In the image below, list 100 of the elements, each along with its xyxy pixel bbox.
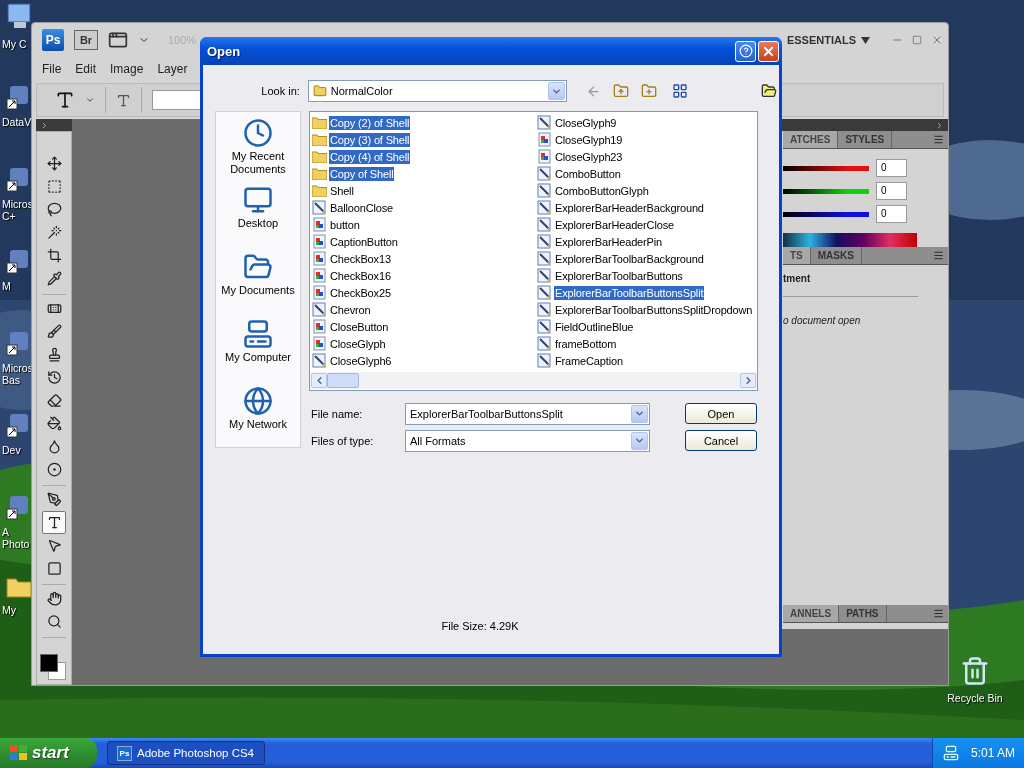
menu-item[interactable]: Layer — [150, 62, 195, 76]
color-value-field[interactable]: 0 — [876, 159, 907, 177]
place-label[interactable]: My Recent Documents — [218, 150, 298, 176]
file-type-label: Files of type: — [310, 434, 375, 447]
type-tool-icon[interactable] — [55, 90, 75, 110]
file-name[interactable]: CloseGlyph9 — [554, 115, 618, 130]
type-tool[interactable] — [42, 511, 66, 534]
computer-icon[interactable] — [243, 319, 273, 349]
file-name[interactable]: CheckBox16 — [329, 268, 392, 283]
cancel-button[interactable]: Cancel — [685, 430, 757, 451]
place-label[interactable]: My Documents — [221, 284, 295, 297]
screen-mode-icon[interactable] — [108, 30, 128, 50]
caret-icon[interactable] — [85, 95, 95, 105]
file-name[interactable]: ExplorerBarHeaderBackground — [554, 200, 705, 215]
desktop-icon-label[interactable]: My — [2, 604, 16, 616]
image-file-icon — [312, 353, 327, 368]
file-name[interactable]: ExplorerBarToolbarButtonsSplitDropdown — [554, 302, 754, 317]
workspace-switcher[interactable]: ESSENTIALS — [786, 34, 870, 46]
file-name[interactable]: CloseButton — [329, 319, 390, 334]
color-value-field[interactable]: 0 — [876, 182, 907, 200]
panel-tab[interactable]: TS — [783, 247, 811, 264]
desktop-icon-label[interactable]: My C — [2, 38, 27, 50]
file-name-value: ExplorerBarToolbarButtonsSplit — [410, 407, 564, 420]
app-icon: Ps — [117, 745, 132, 761]
color-value-field[interactable]: 0 — [876, 205, 907, 223]
help-button[interactable] — [735, 40, 756, 62]
scrollbar-thumb[interactable] — [327, 373, 359, 388]
file-name[interactable]: ExplorerBarHeaderClose — [554, 217, 675, 232]
file-name[interactable]: CheckBox13 — [329, 251, 392, 266]
close-button[interactable] — [758, 40, 779, 62]
file-name[interactable]: ComboButton — [554, 166, 622, 181]
file-name[interactable]: CloseGlyph19 — [554, 132, 624, 147]
desktop-icon-label[interactable]: Dev — [2, 444, 21, 456]
crop-icon — [46, 248, 62, 263]
globe-icon[interactable] — [243, 386, 273, 416]
color-swatches[interactable] — [40, 654, 68, 682]
new-folder-icon[interactable] — [641, 83, 658, 99]
desktop-icon-label[interactable]: A Photo — [2, 526, 30, 550]
file-name[interactable]: button — [329, 217, 361, 232]
file-name[interactable]: ExplorerBarToolbarButtonsSplit — [554, 285, 705, 300]
taskbar-button[interactable]: Ps Adobe Photoshop CS4 — [107, 741, 265, 765]
horizontal-scrollbar[interactable] — [310, 372, 757, 389]
place-label[interactable]: My Network — [228, 418, 288, 431]
place-label[interactable]: My Computer — [225, 351, 291, 364]
file-type-dropdown[interactable]: All Formats — [405, 429, 650, 452]
color-spectrum[interactable] — [783, 233, 917, 247]
file-name[interactable]: Shell — [329, 183, 355, 198]
scroll-left-button[interactable] — [311, 373, 327, 388]
file-name[interactable]: BalloonClose — [329, 200, 395, 215]
up-folder-icon[interactable] — [613, 83, 630, 99]
file-name[interactable]: CheckBox25 — [329, 285, 392, 300]
file-name[interactable]: ComboButtonGlyph — [554, 183, 650, 198]
menu-item[interactable]: Edit — [68, 62, 104, 76]
desktop-icon[interactable] — [243, 185, 273, 215]
file-name[interactable]: Copy (4) of Shell — [329, 149, 411, 164]
clock-document-icon[interactable] — [243, 118, 273, 148]
file-name-field[interactable]: ExplorerBarToolbarButtonsSplit — [405, 402, 650, 425]
panel-menu-icon[interactable] — [933, 134, 944, 145]
file-name[interactable]: Chevron — [329, 302, 372, 317]
menu-item[interactable]: File — [35, 62, 69, 76]
file-name[interactable]: CloseGlyph23 — [554, 149, 624, 164]
panel-menu-icon[interactable] — [933, 608, 944, 619]
file-name[interactable]: CaptionButton — [329, 234, 399, 249]
desktop-icon-label[interactable]: DataV — [2, 116, 32, 128]
desktop-icon-label[interactable]: Recycle Bin — [947, 692, 1003, 704]
view-menu-icon[interactable] — [672, 83, 689, 99]
panel-menu-icon[interactable] — [933, 250, 944, 261]
scroll-right-button[interactable] — [740, 373, 756, 388]
file-name[interactable]: ExplorerBarHeaderPin — [554, 234, 664, 249]
color-slider[interactable] — [783, 165, 869, 171]
bridge-button[interactable]: Br — [74, 30, 98, 50]
network-icon[interactable] — [943, 745, 959, 761]
file-name[interactable]: Copy of Shell — [329, 166, 395, 181]
recycle-bin-icon[interactable] — [960, 656, 990, 686]
look-in-dropdown[interactable]: NormalColor — [307, 80, 568, 102]
bandage-icon — [46, 301, 62, 316]
menu-item[interactable]: Image — [103, 62, 151, 76]
file-name[interactable]: FieldOutlineBlue — [554, 319, 635, 334]
look-in-value: NormalColor — [330, 85, 394, 97]
file-name[interactable]: CloseGlyph6 — [329, 353, 393, 368]
folder-star-icon[interactable] — [761, 83, 777, 99]
open-button[interactable]: Open — [685, 403, 757, 424]
file-name[interactable]: frameBottom — [554, 336, 618, 351]
panel-tab[interactable]: ATCHES — [783, 131, 839, 148]
collapse-icon[interactable] — [935, 120, 944, 130]
expand-icon[interactable] — [40, 120, 49, 130]
file-name[interactable]: Copy (3) of Shell — [329, 132, 411, 147]
color-slider[interactable] — [783, 188, 869, 194]
file-name[interactable]: ExplorerBarToolbarButtons — [554, 268, 684, 283]
desktop-icon-label[interactable]: M — [2, 280, 11, 292]
color-slider[interactable] — [783, 211, 869, 217]
start-button[interactable]: start — [0, 738, 97, 768]
file-name[interactable]: CloseGlyph — [329, 336, 387, 351]
place-label[interactable]: Desktop — [237, 217, 279, 230]
file-name[interactable]: ExplorerBarToolbarBackground — [554, 251, 705, 266]
panel-tab[interactable]: ANNELS — [783, 605, 840, 622]
text-orientation-icon[interactable] — [116, 92, 131, 108]
file-name[interactable]: FrameCaption — [554, 353, 624, 368]
file-name[interactable]: Copy (2) of Shell — [329, 115, 411, 130]
pen-icon — [46, 492, 62, 507]
